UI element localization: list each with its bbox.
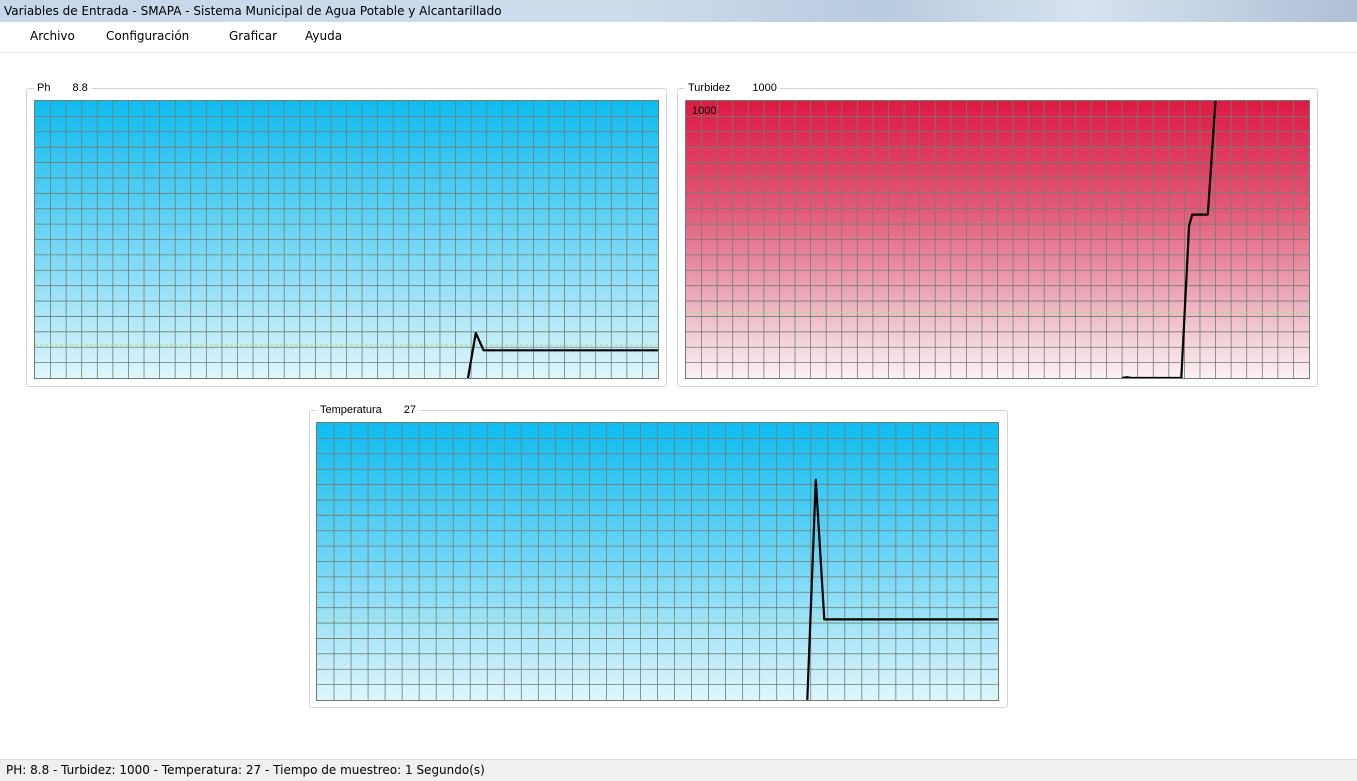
temperatura-series-line (806, 478, 998, 700)
turbidez-max-label: 1000 (692, 105, 717, 117)
turbidez-panel-legend: Turbidez 1000 (685, 82, 780, 95)
turbidez-value: 1000 (752, 82, 777, 94)
turbidez-grid (686, 101, 1309, 378)
ph-panel-legend: Ph 8.8 (34, 82, 91, 95)
ph-chart (34, 100, 659, 379)
ph-series-line (466, 331, 658, 378)
ph-label: Ph (37, 82, 51, 94)
temperatura-grid (317, 423, 998, 700)
window-title: Variables de Entrada - SMAPA - Sistema M… (4, 4, 502, 18)
turbidez-chart-svg (686, 101, 1309, 378)
ph-value: 8.8 (72, 82, 88, 94)
temperatura-panel-legend: Temperatura 27 (317, 404, 420, 417)
menu-archivo[interactable]: Archivo (24, 27, 81, 45)
menu-bar: Archivo Configuración Graficar Ayuda (0, 22, 1357, 53)
ph-grid (35, 101, 658, 378)
menu-configuracion[interactable]: Configuración (100, 27, 195, 45)
temperatura-label: Temperatura (320, 404, 382, 416)
window-title-bar: Variables de Entrada - SMAPA - Sistema M… (0, 0, 1357, 22)
status-bar: PH: 8.8 - Turbidez: 1000 - Temperatura: … (0, 759, 1357, 781)
status-text: PH: 8.8 - Turbidez: 1000 - Temperatura: … (6, 763, 485, 777)
temperatura-chart-svg (317, 423, 998, 700)
turbidez-label: Turbidez (688, 82, 731, 94)
temperatura-value: 27 (403, 404, 417, 416)
temperatura-chart (316, 422, 999, 701)
menu-graficar[interactable]: Graficar (223, 27, 283, 45)
turbidez-chart: 1000 (685, 100, 1310, 379)
ph-chart-svg (35, 101, 658, 378)
menu-ayuda[interactable]: Ayuda (299, 27, 348, 45)
